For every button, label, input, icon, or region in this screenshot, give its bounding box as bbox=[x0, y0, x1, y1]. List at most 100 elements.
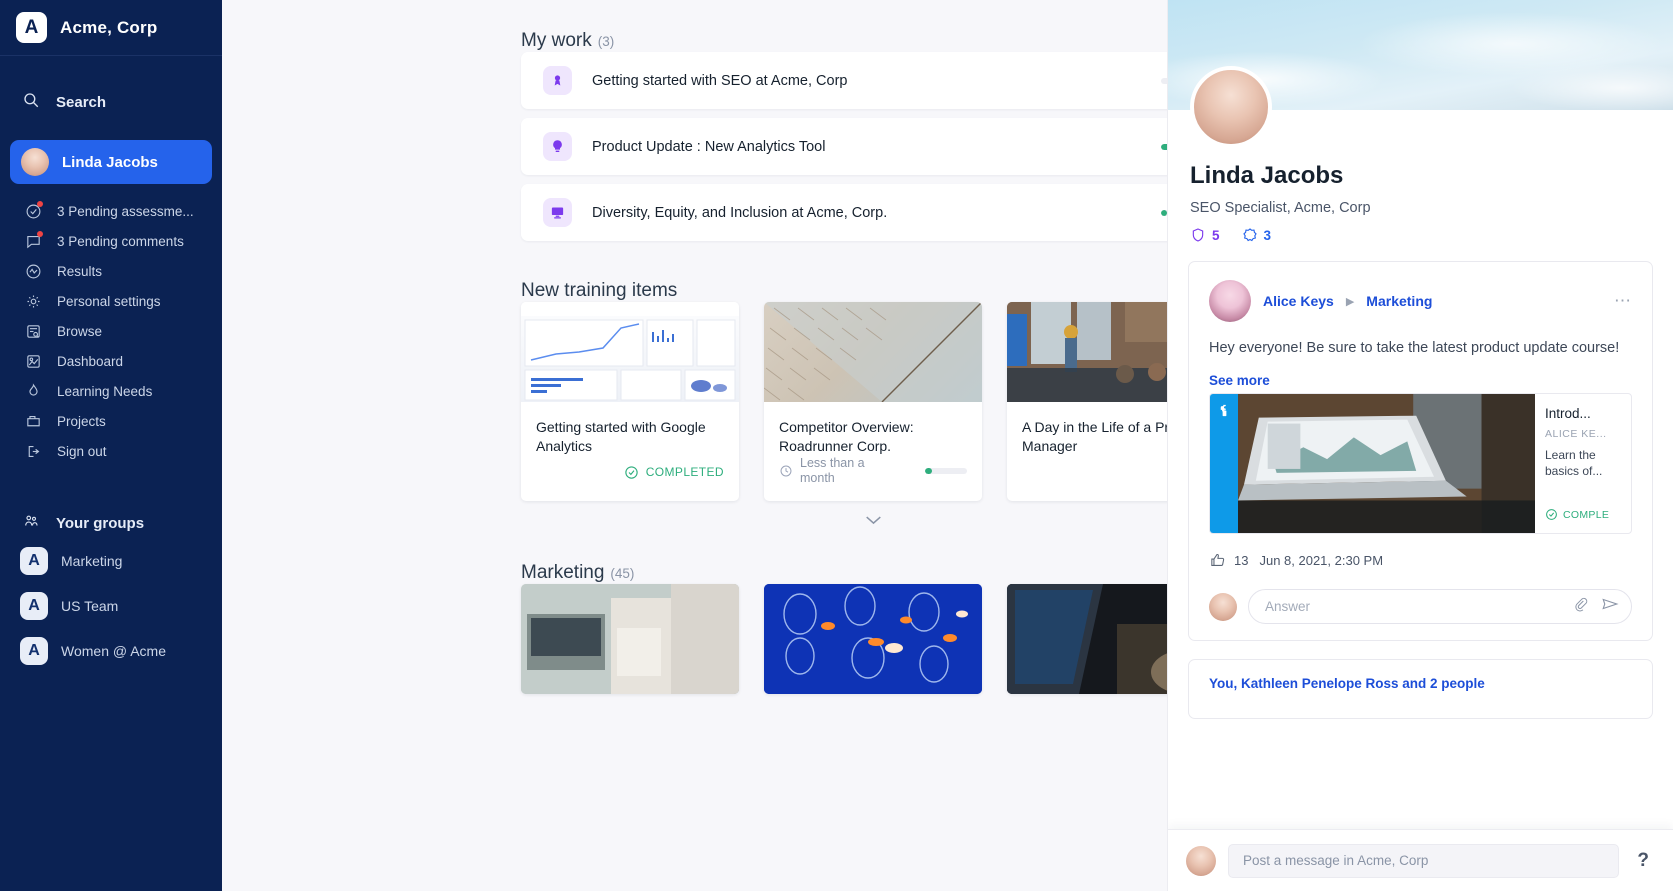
next-feed-post[interactable]: You, Kathleen Penelope Ross and 2 people bbox=[1188, 659, 1653, 719]
sidebar-nav: 3 Pending assessme... 3 Pending comments bbox=[0, 196, 222, 466]
post-text: Hey everyone! Be sure to take the latest… bbox=[1209, 338, 1632, 359]
sidebar-item-label: Dashboard bbox=[57, 354, 123, 369]
composer-input-wrapper[interactable] bbox=[1228, 844, 1619, 878]
sidebar-item-dashboard[interactable]: Dashboard bbox=[0, 346, 222, 376]
right-panel: Linda Jacobs SEO Specialist, Acme, Corp … bbox=[1167, 0, 1673, 891]
your-groups-header: Your groups bbox=[0, 508, 222, 538]
sidebar-group-us-team[interactable]: A US Team bbox=[0, 583, 222, 628]
new-training-section: New training items bbox=[521, 250, 1167, 532]
training-card[interactable]: A Day in the Life of a Product Manager bbox=[1007, 302, 1167, 501]
brand-header[interactable]: A Acme, Corp bbox=[0, 0, 222, 56]
section-title: My work(3) bbox=[521, 30, 614, 52]
attachment-icon[interactable] bbox=[1573, 596, 1589, 617]
send-icon[interactable] bbox=[1601, 595, 1619, 618]
card-footer bbox=[1007, 457, 1167, 501]
lightbulb-icon bbox=[543, 132, 572, 161]
course-type-bar bbox=[1210, 394, 1238, 533]
my-work-title: My work bbox=[521, 30, 592, 51]
marketing-card[interactable] bbox=[521, 584, 739, 694]
sidebar-item-learning-needs[interactable]: Learning Needs bbox=[0, 376, 222, 406]
status-label: COMPLETED bbox=[646, 465, 724, 479]
post-author-avatar[interactable] bbox=[1209, 280, 1251, 322]
card-footer: Less than a month bbox=[764, 456, 982, 501]
certificate-count: 3 bbox=[1264, 228, 1272, 243]
profile-avatar bbox=[1190, 66, 1272, 148]
sidebar-item-browse[interactable]: Browse bbox=[0, 316, 222, 346]
course-meta: Introd... ALICE KE... Learn the basics o… bbox=[1535, 394, 1631, 533]
sidebar-item-label: Projects bbox=[57, 414, 106, 429]
answer-input[interactable] bbox=[1265, 599, 1561, 614]
sidebar-item-results[interactable]: Results bbox=[0, 256, 222, 286]
gear-icon bbox=[24, 292, 42, 310]
certificate-stat[interactable]: 3 bbox=[1242, 227, 1272, 243]
post-author-name[interactable]: Alice Keys bbox=[1263, 293, 1334, 309]
puzzle-icon bbox=[1217, 403, 1232, 418]
post-message-input[interactable] bbox=[1243, 853, 1604, 868]
expand-more-button[interactable] bbox=[521, 501, 1167, 532]
dashboard-icon bbox=[24, 352, 42, 370]
badge-stat[interactable]: 5 bbox=[1190, 227, 1220, 243]
group-badge: A bbox=[20, 637, 48, 665]
sidebar-item-label: Browse bbox=[57, 324, 102, 339]
like-button[interactable]: 13 bbox=[1209, 552, 1248, 569]
group-label: Women @ Acme bbox=[61, 643, 166, 659]
post-group-name[interactable]: Marketing bbox=[1366, 293, 1432, 309]
section-title: Marketing (45) bbox=[521, 562, 634, 584]
card-thumbnail bbox=[1007, 584, 1167, 694]
training-card[interactable]: Competitor Overview: Roadrunner Corp. Le… bbox=[764, 302, 982, 501]
my-work-header: My work(3) bbox=[521, 0, 1167, 52]
training-card[interactable]: Getting started with Google Analytics CO… bbox=[521, 302, 739, 501]
card-thumbnail bbox=[764, 584, 982, 694]
results-icon bbox=[24, 262, 42, 280]
help-button[interactable]: ? bbox=[1631, 850, 1655, 872]
new-training-title: New training items bbox=[521, 280, 677, 301]
profile-name: Linda Jacobs bbox=[1190, 162, 1651, 190]
sidebar-item-sign-out[interactable]: Sign out bbox=[0, 436, 222, 466]
sidebar-group-women-at-acme[interactable]: A Women @ Acme bbox=[0, 628, 222, 673]
work-item-row[interactable]: Diversity, Equity, and Inclusion at Acme… bbox=[521, 184, 1167, 241]
sidebar-profile-item[interactable]: Linda Jacobs bbox=[10, 140, 212, 184]
work-item-row[interactable]: Getting started with SEO at Acme, Corp bbox=[521, 52, 1167, 109]
card-body: Competitor Overview: Roadrunner Corp. bbox=[764, 402, 982, 456]
work-item-title: Product Update : New Analytics Tool bbox=[592, 139, 1161, 155]
card-thumbnail bbox=[521, 584, 739, 694]
card-body: Getting started with Google Analytics bbox=[521, 402, 739, 457]
marketing-count: (45) bbox=[610, 566, 634, 581]
sidebar: A Acme, Corp Search Linda Jacobs bbox=[0, 0, 222, 891]
work-item-row[interactable]: Product Update : New Analytics Tool bbox=[521, 118, 1167, 175]
marketing-card[interactable] bbox=[764, 584, 982, 694]
marketing-section: Marketing (45) bbox=[521, 532, 1167, 694]
folder-icon bbox=[24, 412, 42, 430]
search-button[interactable]: Search bbox=[0, 80, 222, 124]
embedded-course-card[interactable]: Introd... ALICE KE... Learn the basics o… bbox=[1209, 393, 1632, 534]
card-body: A Day in the Life of a Product Manager bbox=[1007, 402, 1167, 457]
marketing-title: Marketing bbox=[521, 562, 604, 583]
comment-icon bbox=[24, 232, 42, 250]
sidebar-item-label: Sign out bbox=[57, 444, 107, 459]
notification-dot bbox=[37, 201, 43, 207]
profile-role: SEO Specialist, Acme, Corp bbox=[1190, 200, 1651, 216]
see-more-link[interactable]: See more bbox=[1209, 373, 1632, 388]
browse-icon bbox=[24, 322, 42, 340]
sidebar-item-pending-comments[interactable]: 3 Pending comments bbox=[0, 226, 222, 256]
group-badge: A bbox=[20, 592, 48, 620]
main-content: My work(3) Getting started with SEO at A… bbox=[222, 0, 1167, 891]
sidebar-item-projects[interactable]: Projects bbox=[0, 406, 222, 436]
group-label: US Team bbox=[61, 598, 118, 614]
groups-icon bbox=[22, 512, 40, 534]
message-composer: ? bbox=[1168, 829, 1673, 891]
flame-icon bbox=[24, 382, 42, 400]
duration-label: Less than a month bbox=[779, 456, 889, 487]
badge-count: 5 bbox=[1212, 228, 1220, 243]
sidebar-group-marketing[interactable]: A Marketing bbox=[0, 538, 222, 583]
ellipsis-icon[interactable]: ⋯ bbox=[1614, 291, 1632, 311]
sidebar-item-personal-settings[interactable]: Personal settings bbox=[0, 286, 222, 316]
new-training-header: New training items bbox=[521, 250, 1167, 302]
answer-input-wrapper[interactable] bbox=[1248, 589, 1632, 624]
marketing-card[interactable] bbox=[1007, 584, 1167, 694]
post-timestamp: Jun 8, 2021, 2:30 PM bbox=[1259, 553, 1383, 568]
brand-logo: A bbox=[16, 12, 47, 43]
training-card-grid: Getting started with Google Analytics CO… bbox=[521, 302, 1167, 501]
sidebar-item-pending-assessments[interactable]: 3 Pending assessme... bbox=[0, 196, 222, 226]
my-work-section: My work(3) Getting started with SEO at A… bbox=[521, 0, 1167, 241]
